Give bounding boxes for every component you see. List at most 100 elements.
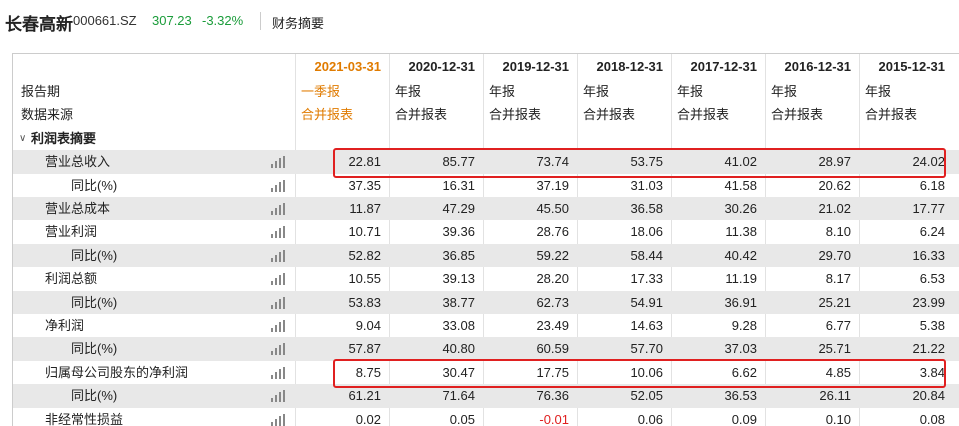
stock-code: 000661.SZ <box>73 13 137 28</box>
row-value: 47.29 <box>442 201 475 216</box>
row-value: 3.84 <box>919 364 945 380</box>
row-value: 36.91 <box>724 294 757 310</box>
stock-name: 长春高新 <box>5 15 73 34</box>
row-value: 30.47 <box>442 364 475 380</box>
bar-chart-icon[interactable] <box>271 296 285 309</box>
column-header-date[interactable]: 2020-12-31 <box>389 54 483 80</box>
row-value: -0.01 <box>539 411 569 426</box>
stock-change-pct: -3.32% <box>202 13 244 28</box>
column-header-date[interactable]: 2019-12-31 <box>483 54 577 80</box>
stock-price: 307.23 <box>152 13 192 28</box>
row-value: 37.35 <box>348 177 381 193</box>
row-value: 33.08 <box>442 318 475 333</box>
row-value: 53.83 <box>348 294 381 310</box>
table-header-row: 2021-03-31 2020-12-31 2019-12-31 2018-12-31… <box>13 54 959 80</box>
report-period-row-value: 年报 <box>771 84 798 99</box>
table-row: 同比(%) 53.83 38.77 62.73 54.91 36.91 25.21 23.99 <box>13 290 959 314</box>
row-value: 39.13 <box>442 271 475 287</box>
row-value: 4.85 <box>825 364 851 380</box>
row-value: 26.11 <box>819 388 851 404</box>
row-value: 57.87 <box>348 341 381 357</box>
row-value: 0.05 <box>449 411 475 426</box>
row-value: 23.99 <box>912 294 945 310</box>
row-value: 22.81 <box>348 154 381 170</box>
bar-chart-icon[interactable] <box>271 226 285 239</box>
row-label: 营业总成本 <box>45 201 111 216</box>
income-statement-section[interactable]: ∨ 利润表摘要 <box>13 127 959 150</box>
row-value: 57.70 <box>630 341 663 357</box>
bar-chart-icon[interactable] <box>271 343 285 356</box>
column-header-date[interactable]: 2016-12-31 <box>765 54 859 80</box>
table-row: 同比(%) 61.21 71.64 76.36 52.05 36.53 26.11 20.84 <box>13 384 959 408</box>
bar-chart-icon[interactable] <box>271 273 285 286</box>
financial-summary-tab[interactable]: 财务摘要 <box>272 13 324 32</box>
row-value: 41.02 <box>724 154 757 170</box>
row-label: 净利润 <box>45 318 85 333</box>
column-header-date[interactable]: 2021-03-31 <box>295 54 389 80</box>
data-source-row-value: 合并报表 <box>301 107 354 123</box>
row-value: 11.38 <box>725 224 757 240</box>
bar-chart-icon[interactable] <box>271 203 285 215</box>
row-value: 31.03 <box>630 177 663 193</box>
row-value: 8.75 <box>355 364 381 380</box>
table-row: 净利润 9.04 33.08 23.49 14.63 9.28 6.77 5.38 <box>13 314 959 337</box>
row-value: 16.33 <box>912 247 945 263</box>
table-row: 利润总额 10.55 39.13 28.20 17.33 11.19 8.17 6.53 <box>13 267 959 290</box>
row-value: 5.38 <box>919 318 945 333</box>
row-value: 58.44 <box>630 247 663 263</box>
row-value: 76.36 <box>536 388 569 404</box>
report-period-row-value: 年报 <box>395 84 422 99</box>
row-value: 29.70 <box>818 247 851 263</box>
row-value: 59.22 <box>536 247 569 263</box>
row-value: 28.97 <box>818 154 851 170</box>
row-value: 52.05 <box>630 388 663 404</box>
report-period-row-value: 年报 <box>489 84 516 99</box>
row-value: 0.06 <box>637 411 663 426</box>
row-value: 25.71 <box>818 341 851 357</box>
row-value: 0.08 <box>919 411 945 426</box>
bar-chart-icon[interactable] <box>271 390 285 403</box>
row-value: 38.77 <box>442 294 475 310</box>
column-header-date[interactable]: 2018-12-31 <box>577 54 671 80</box>
row-value: 20.62 <box>818 177 851 193</box>
row-value: 62.73 <box>536 294 569 310</box>
row-value: 71.64 <box>442 388 475 404</box>
row-value: 28.76 <box>536 224 569 240</box>
row-value: 10.55 <box>348 271 381 287</box>
row-value: 21.22 <box>912 341 945 357</box>
row-value: 36.58 <box>630 201 663 216</box>
table-row: 营业总收入 22.81 85.77 73.74 53.75 41.02 28.97 24.02 <box>13 150 959 174</box>
data-source-row-label: 数据来源 <box>21 107 74 123</box>
row-value: 60.59 <box>536 341 569 357</box>
row-label: 同比(%) <box>71 177 118 193</box>
row-value: 30.26 <box>724 201 757 216</box>
report-period-row: 报告期 一季报 年报 年报 年报 年报 年报 年报 <box>13 80 959 103</box>
row-value: 37.19 <box>536 177 569 193</box>
row-value: 37.03 <box>724 341 757 357</box>
row-value: 41.58 <box>724 177 757 193</box>
section-title: 利润表摘要 <box>31 130 97 146</box>
bar-chart-icon[interactable] <box>271 249 285 262</box>
bar-chart-icon[interactable] <box>271 156 285 169</box>
row-label: 同比(%) <box>71 388 118 404</box>
row-value: 40.80 <box>442 341 475 357</box>
data-source-row-value: 合并报表 <box>489 107 542 123</box>
column-header-date[interactable]: 2017-12-31 <box>671 54 765 80</box>
table-row: 同比(%) 52.82 36.85 59.22 58.44 40.42 29.70 16.33 <box>13 243 959 268</box>
row-value: 0.10 <box>825 411 851 426</box>
row-value: 6.77 <box>825 318 851 333</box>
bar-chart-icon[interactable] <box>271 320 285 332</box>
column-header-date[interactable]: 2015-12-31 <box>859 54 953 80</box>
row-value: 11.19 <box>725 271 757 287</box>
bar-chart-icon[interactable] <box>271 366 285 379</box>
row-label: 同比(%) <box>71 341 118 357</box>
row-value: 25.21 <box>818 294 851 310</box>
bar-chart-icon[interactable] <box>271 413 285 426</box>
row-label: 非经常性损益 <box>45 411 124 426</box>
bar-chart-icon[interactable] <box>271 179 285 192</box>
header-divider <box>260 12 261 30</box>
table-row: 非经常性损益 0.02 0.05 -0.01 0.06 0.09 0.10 0.08 <box>13 408 959 426</box>
row-value: 28.20 <box>536 271 569 287</box>
row-label: 利润总额 <box>45 271 98 287</box>
row-value: 10.06 <box>630 364 663 380</box>
